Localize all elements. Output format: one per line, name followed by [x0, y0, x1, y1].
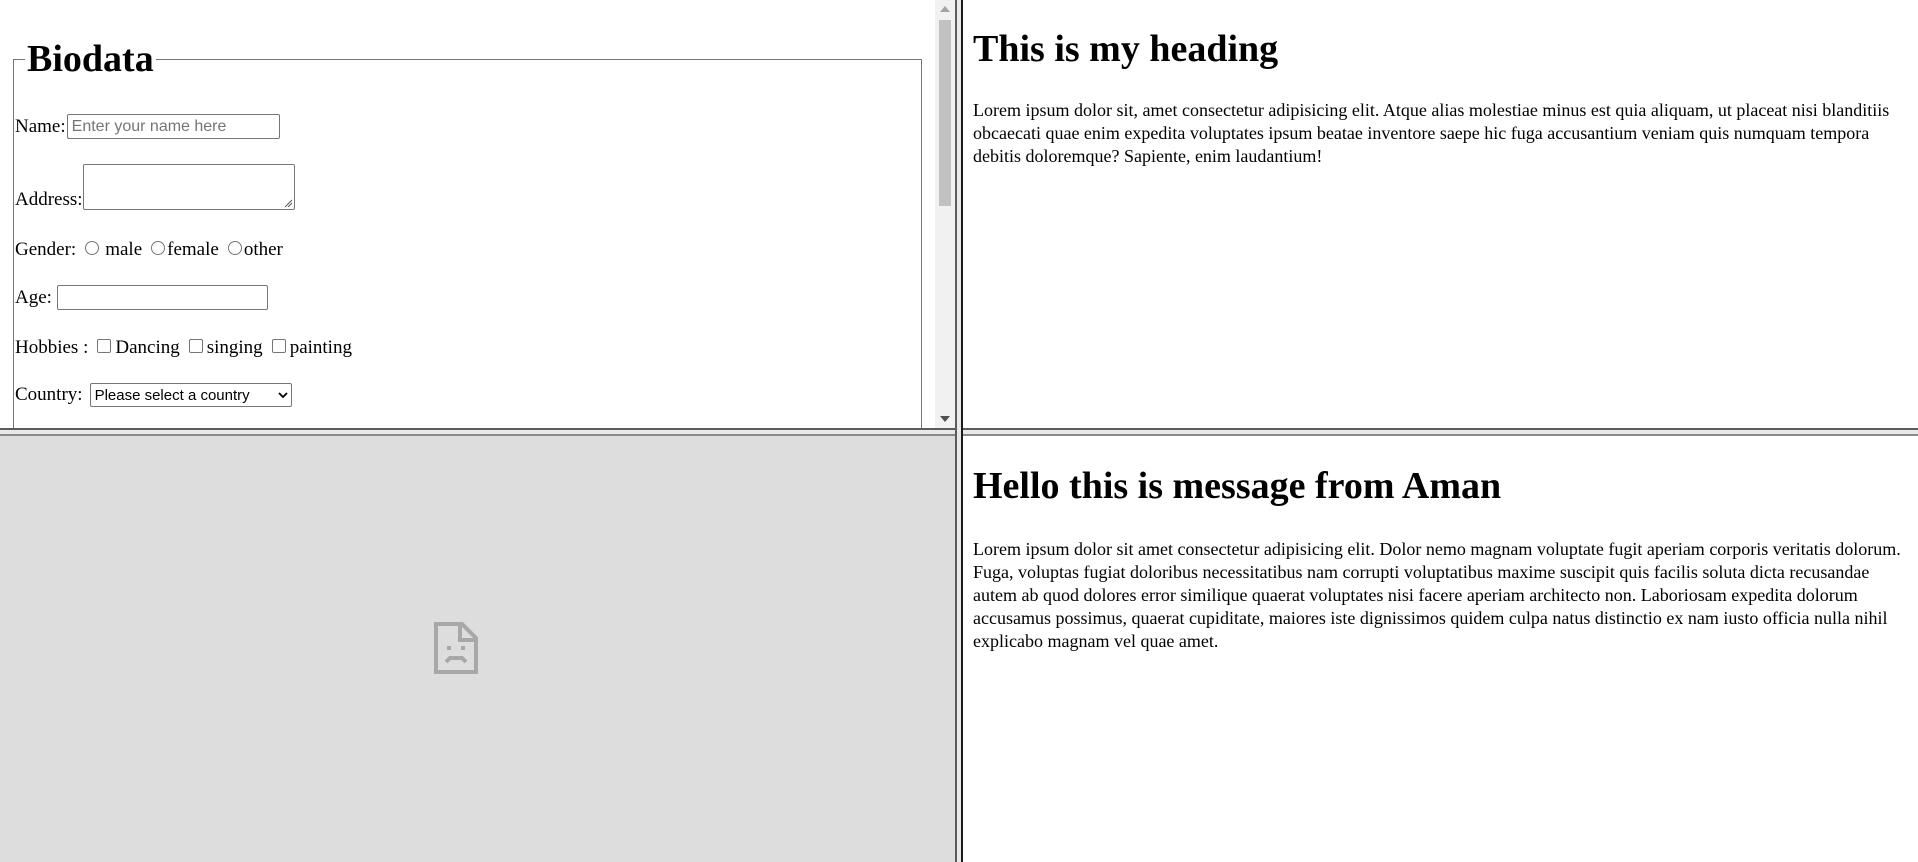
- country-select[interactable]: Please select a country: [89, 383, 292, 407]
- gender-option-other: other: [243, 239, 283, 260]
- page-heading: This is my heading: [973, 28, 1279, 70]
- message-content: Hello this is message from Aman Lorem ip…: [973, 462, 1908, 653]
- hobbies-row: Hobbies : Dancing singing painting: [15, 337, 352, 359]
- gender-option-female: female: [167, 239, 219, 260]
- gender-label: Gender:: [15, 239, 77, 260]
- frame-message: Hello this is message from Aman Lorem ip…: [963, 436, 1918, 862]
- hobby-checkbox-painting[interactable]: [271, 339, 286, 353]
- frame-error: [0, 436, 955, 862]
- gender-radio-female[interactable]: [151, 241, 166, 255]
- biodata-legend: Biodata: [27, 38, 154, 80]
- hobby-option-painting: painting: [289, 337, 352, 358]
- age-label: Age:: [15, 286, 52, 308]
- age-input[interactable]: [56, 285, 268, 310]
- message-paragraph: Lorem ipsum dolor sit amet consectetur a…: [973, 539, 1901, 651]
- biodata-form: Biodata Name: Address: Gender: male fema…: [0, 0, 935, 428]
- name-input[interactable]: [66, 114, 280, 139]
- scroll-down-arrow-icon[interactable]: [940, 416, 950, 422]
- hobby-checkbox-singing[interactable]: [188, 339, 203, 353]
- resize-handle-icon[interactable]: [284, 199, 292, 207]
- hobby-checkbox-dancing[interactable]: [97, 339, 112, 353]
- country-row: Country: Please select a country: [15, 383, 292, 407]
- gender-row: Gender: male female other: [15, 239, 283, 261]
- broken-document-icon: [434, 622, 478, 674]
- name-label: Name:: [15, 115, 66, 137]
- gender-radio-other[interactable]: [227, 241, 242, 255]
- frame-divider-horizontal-right[interactable]: [963, 428, 1918, 436]
- vertical-scrollbar[interactable]: [935, 0, 955, 428]
- scroll-up-arrow-icon[interactable]: [940, 6, 950, 12]
- address-label: Address:: [15, 189, 83, 210]
- country-select-value: Please select a country: [94, 386, 250, 404]
- scroll-thumb[interactable]: [939, 20, 951, 206]
- frame-biodata: Biodata Name: Address: Gender: male fema…: [0, 0, 955, 428]
- age-row: Age:: [15, 285, 268, 310]
- address-row: Address:: [15, 164, 295, 210]
- frame-heading: This is my heading Lorem ipsum dolor sit…: [963, 0, 1918, 428]
- frame-divider-vertical[interactable]: [955, 0, 963, 862]
- message-heading: Hello this is message from Aman: [973, 465, 1502, 507]
- heading-paragraph: Lorem ipsum dolor sit, amet consectetur …: [973, 100, 1890, 166]
- hobbies-label: Hobbies :: [15, 337, 89, 358]
- name-row: Name:: [15, 114, 280, 139]
- gender-option-male: male: [105, 239, 143, 260]
- address-textarea[interactable]: [82, 164, 295, 210]
- frame-divider-horizontal-left[interactable]: [0, 428, 955, 436]
- country-label: Country:: [15, 384, 83, 405]
- gender-radio-male[interactable]: [85, 241, 100, 255]
- hobby-option-dancing: Dancing: [115, 337, 180, 358]
- heading-content: This is my heading Lorem ipsum dolor sit…: [973, 25, 1908, 168]
- hobby-option-singing: singing: [206, 337, 263, 358]
- biodata-fieldset: Biodata: [13, 38, 922, 428]
- chevron-down-icon: [277, 392, 288, 399]
